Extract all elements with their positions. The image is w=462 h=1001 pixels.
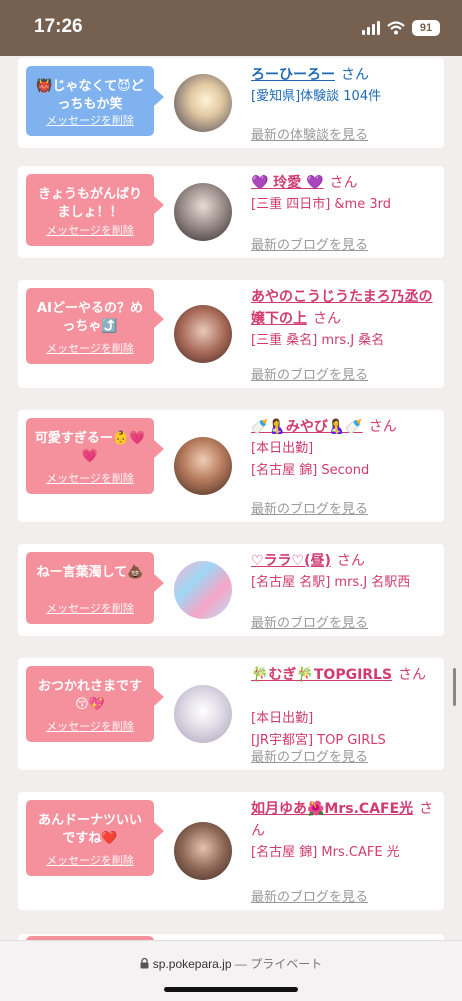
delete-message-link[interactable]: メッセージを削除 [26, 222, 154, 240]
shop-info-line: [三重 四日市] &me 3rd [251, 197, 391, 212]
user-name-link[interactable]: 🍼🤱みやび🤱🍼 [251, 419, 363, 435]
honorific: さん [368, 419, 397, 435]
message-text: AIどーやるの？めっちゃ⤴️ [37, 301, 143, 334]
user-name-link[interactable]: 如月ゆあ🌺Mrs.CAFE光 [251, 801, 413, 817]
user-name-row: ろーひーろー さん [251, 64, 439, 86]
wifi-icon [387, 21, 405, 35]
view-latest-link[interactable]: 最新のブログを見る [251, 612, 368, 631]
battery-icon: 91 [412, 20, 440, 36]
avatar[interactable] [174, 561, 232, 619]
message-card: ねー言葉濁して💩 メッセージを削除 ♡ララ♡(昼) さん [名古屋 名駅] mrs.J … [18, 544, 444, 636]
lock-icon [140, 957, 149, 969]
honorific: さん [398, 667, 427, 683]
delete-message-link[interactable]: メッセージを削除 [26, 718, 154, 736]
scrollbar[interactable] [453, 668, 456, 706]
avatar[interactable] [174, 74, 232, 132]
user-name-row: 🍼🤱みやび🤱🍼 さん [251, 416, 439, 438]
delete-message-link[interactable]: メッセージを削除 [26, 470, 154, 488]
message-card: 👹じゃなくて😈どっちもか笑 メッセージを削除 ろーひーろー さん [愛知県]体験談 10… [18, 58, 444, 148]
message-card: あんドーナツいいですね❤️ メッセージを削除 如月ゆあ🌺Mrs.CAFE光 さん [名古… [18, 792, 444, 910]
message-bubble: AIどーやるの？めっちゃ⤴️ メッセージを削除 [26, 288, 164, 364]
message-text: 可愛すぎるー👶💗💗 [34, 431, 146, 464]
message-bubble: おつかれさまです😚💖 メッセージを削除 [26, 666, 164, 742]
url-text: sp.pokepara.jp [152, 957, 232, 971]
shop-info-line: [三重 桑名] mrs.J 桑名 [251, 333, 385, 348]
user-name-link[interactable]: 💜 玲愛 💜 [251, 175, 324, 191]
status-bar: 17:26 91 [0, 0, 462, 56]
honorific: さん [336, 553, 365, 569]
status-icons: 91 [362, 20, 440, 36]
shop-info-line: [愛知県]体験談 104件 [251, 89, 382, 104]
message-text: あんドーナツいいですね❤️ [37, 813, 142, 846]
url-display[interactable]: sp.pokepara.jp — プライベート [0, 955, 462, 972]
user-name-row: 💜 玲愛 💜 さん [251, 172, 439, 194]
user-name-row: あやのこうじうたまろ乃丞の嬢下の上 さん [251, 286, 439, 330]
avatar[interactable] [174, 685, 232, 743]
message-card: きょうもがんばりましょ！！ メッセージを削除 💜 玲愛 💜 さん [三重 四日市] &m… [18, 166, 444, 258]
view-latest-link[interactable]: 最新のブログを見る [251, 234, 368, 253]
avatar[interactable] [174, 183, 232, 241]
shop-info-line: [名古屋 錦] Second [251, 463, 370, 478]
message-card: AIどーやるの？めっちゃ⤴️ メッセージを削除 あやのこうじうたまろ乃丞の嬢下の上さ… [18, 280, 444, 388]
honorific: さん [329, 175, 358, 191]
shop-info-line: [本日出勤] [251, 441, 314, 456]
shop-info-line: [本日出勤] [251, 711, 314, 726]
message-text: 👹じゃなくて😈どっちもか笑 [36, 79, 144, 112]
message-bubble: 可愛すぎるー👶💗💗 メッセージを削除 [26, 418, 164, 494]
honorific: さん [341, 67, 369, 83]
message-bubble: ねー言葉濁して💩 メッセージを削除 [26, 552, 164, 624]
shop-info-line: [名古屋 名駅] mrs.J 名駅西 [251, 575, 411, 590]
shop-info: [三重 四日市] &me 3rd [251, 194, 443, 216]
delete-message-link[interactable]: メッセージを削除 [26, 112, 154, 130]
message-feed[interactable]: 👹じゃなくて😈どっちもか笑 メッセージを削除 ろーひーろー さん [愛知県]体験談 10… [0, 56, 462, 940]
message-bubble: あんドーナツいいですね❤️ メッセージを削除 [26, 800, 164, 876]
shop-info: [愛知県]体験談 104件 [251, 86, 443, 108]
message-text: おつかれさまです😚💖 [37, 679, 142, 712]
view-latest-link[interactable]: 最新のブログを見る [251, 498, 368, 517]
message-card: 可愛すぎるー👶💗💗 メッセージを削除 🍼🤱みやび🤱🍼 さん [本日出勤] [名古屋 錦] … [18, 410, 444, 522]
delete-message-link[interactable]: メッセージを削除 [26, 852, 154, 870]
shop-info: [名古屋 錦] Mrs.CAFE 光 [251, 842, 443, 864]
user-name-link[interactable]: ろーひーろー [251, 67, 335, 83]
honorific: さん [313, 311, 341, 327]
user-name-link[interactable]: 🎋むぎ🎋TOPGIRLS [251, 667, 392, 683]
view-latest-link[interactable]: 最新の体験談を見る [251, 124, 368, 143]
message-text: きょうもがんばりましょ！！ [37, 187, 142, 220]
shop-info: [本日出勤] [名古屋 錦] Second [251, 438, 443, 482]
user-name-row: ♡ララ♡(昼) さん [251, 550, 439, 572]
view-latest-link[interactable]: 最新のブログを見る [251, 886, 368, 905]
view-latest-link[interactable]: 最新のブログを見る [251, 746, 368, 765]
private-mode-label: — プライベート [234, 957, 323, 971]
message-text: ねー言葉濁して💩 [36, 565, 144, 580]
avatar[interactable] [174, 822, 232, 880]
cellular-signal-icon [362, 21, 380, 35]
message-bubble: 👹じゃなくて😈どっちもか笑 メッセージを削除 [26, 66, 164, 136]
user-name-row: 🎋むぎ🎋TOPGIRLS さん [251, 664, 439, 686]
shop-info: [名古屋 名駅] mrs.J 名駅西 [251, 572, 443, 594]
user-name-link[interactable]: あやのこうじうたまろ乃丞の嬢下の上 [251, 289, 433, 327]
user-name-row: 如月ゆあ🌺Mrs.CAFE光 さん [251, 798, 439, 842]
clock: 17:26 [34, 16, 83, 37]
browser-address-bar[interactable]: sp.pokepara.jp — プライベート [0, 940, 462, 1001]
avatar[interactable] [174, 437, 232, 495]
message-card: おつかれさまです😚💖 メッセージを削除 🎋むぎ🎋TOPGIRLS さん [本日出勤] [J… [18, 658, 444, 770]
shop-info: [三重 桑名] mrs.J 桑名 [251, 330, 443, 352]
avatar[interactable] [174, 305, 232, 363]
user-name-link[interactable]: ♡ララ♡(昼) [251, 553, 331, 569]
delete-message-link[interactable]: メッセージを削除 [26, 340, 154, 358]
home-indicator[interactable] [164, 987, 298, 992]
view-latest-link[interactable]: 最新のブログを見る [251, 364, 368, 383]
message-bubble: きょうもがんばりましょ！！ メッセージを削除 [26, 174, 164, 246]
shop-info-line: [名古屋 錦] Mrs.CAFE 光 [251, 845, 400, 860]
delete-message-link[interactable]: メッセージを削除 [26, 600, 154, 618]
